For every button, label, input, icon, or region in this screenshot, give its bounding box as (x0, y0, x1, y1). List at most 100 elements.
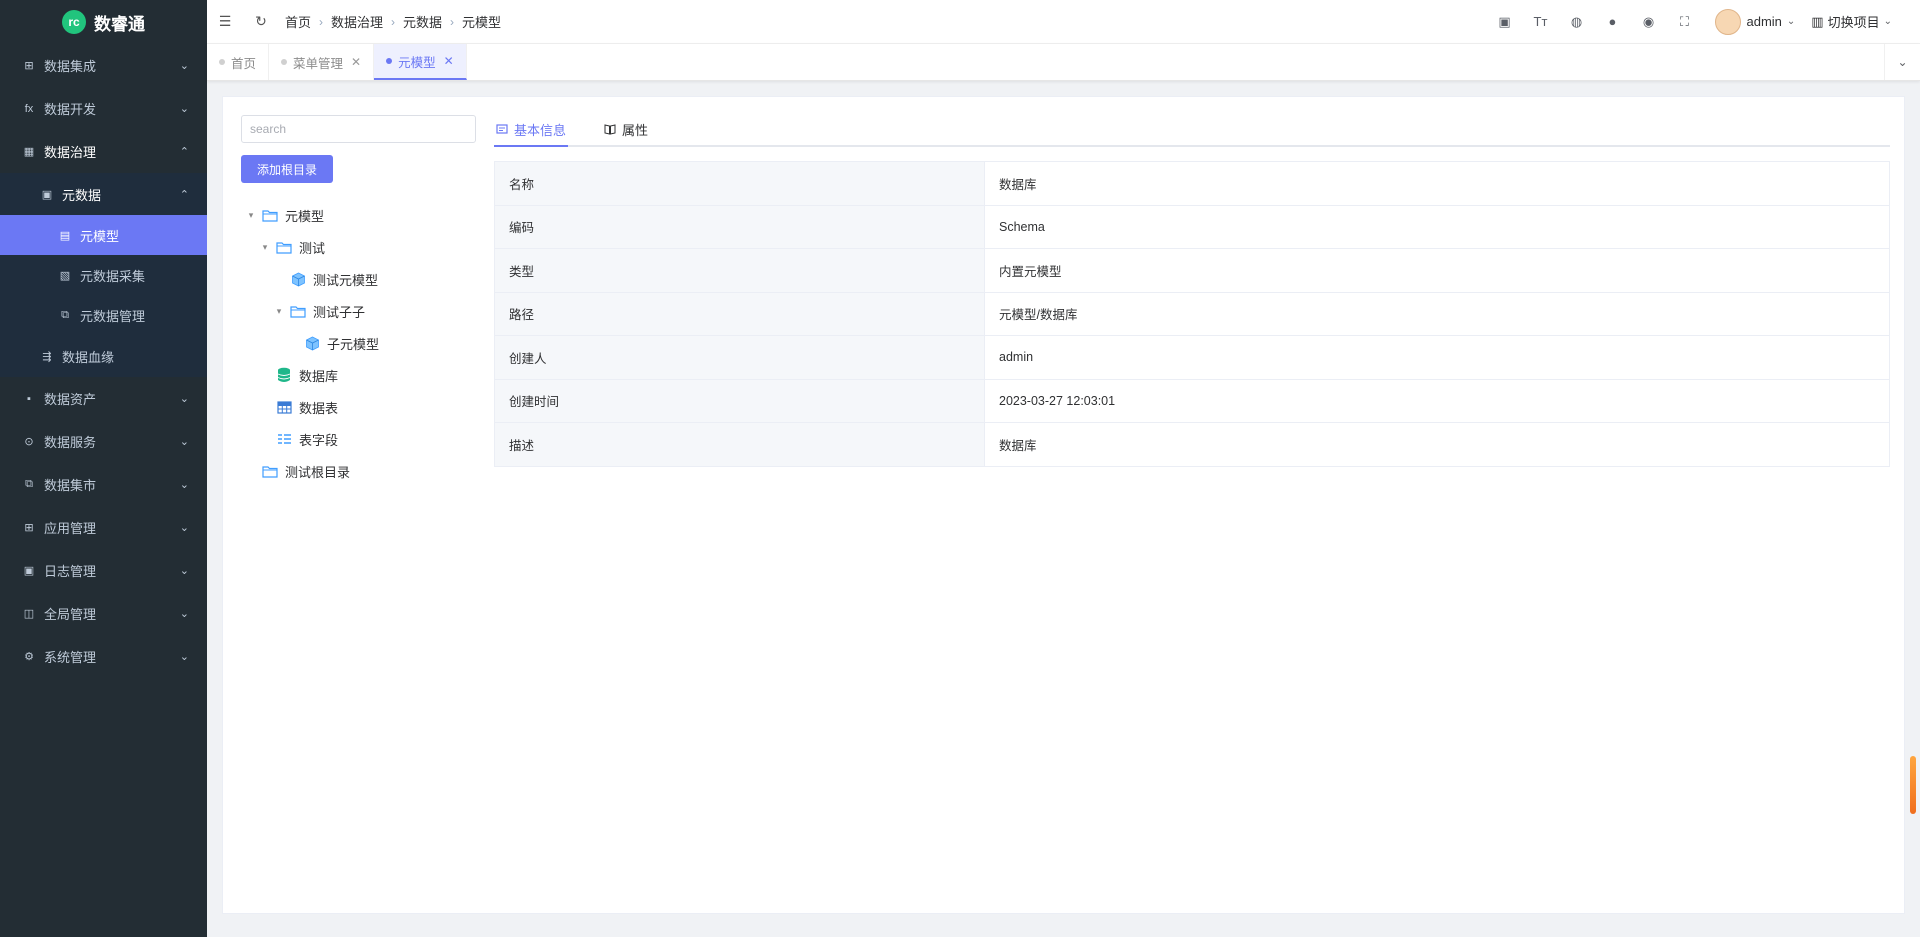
chevron-down-icon: ⌄ (179, 522, 189, 534)
tag-menu-management[interactable]: 菜单管理 ✕ (269, 44, 375, 80)
lineage-icon: ⇶ (42, 350, 52, 363)
detail-key: 创建时间 (494, 379, 985, 423)
fullscreen-icon[interactable]: ⛶ (1669, 0, 1699, 44)
chevron-up-icon: ⌃ (179, 188, 189, 201)
detail-value: 数据库 (984, 161, 1890, 206)
app-name: 数睿通 (94, 14, 145, 34)
table-grid-icon (275, 399, 293, 415)
chevron-down-icon: ⌄ (179, 103, 189, 115)
font-size-icon[interactable]: Tт (1525, 0, 1555, 44)
sidebar-item-label: 系统管理 (44, 650, 97, 665)
close-icon[interactable]: ✕ (444, 54, 454, 68)
sidebar-item[interactable]: ⧉ 数据集市 ⌄ (0, 463, 207, 506)
tree-node[interactable]: 测试根目录 (241, 455, 476, 487)
chevron-down-icon: ⌄ (179, 651, 189, 663)
function-icon: fx (24, 102, 34, 115)
sidebar-item[interactable]: ⊞ 数据集成 ⌄ (0, 44, 207, 87)
detail-value: admin (984, 335, 1890, 380)
sidebar-item-label: 数据服务 (44, 435, 97, 450)
sidebar-item[interactable]: ⇶ 数据血缘 (0, 335, 207, 377)
sidebar-item[interactable]: fx 数据开发 ⌄ (0, 87, 207, 130)
sidebar-item[interactable]: ▦ 数据治理 ⌃ (0, 130, 207, 173)
sidebar-item-label: 数据治理 (44, 145, 97, 160)
app-logo[interactable]: rc 数睿通 (0, 0, 207, 44)
caret-down-icon[interactable]: ▾ (273, 306, 285, 317)
sidebar-item[interactable]: ⊙ 数据服务 ⌄ (0, 420, 207, 463)
tree-node[interactable]: ▾ 测试子子 (241, 295, 476, 327)
chevron-right-icon: › (450, 14, 455, 29)
tree-node-label: 测试元模型 (313, 272, 379, 288)
sidebar-item[interactable]: ⧉ 元数据管理 (0, 295, 207, 335)
tree-node[interactable]: 数据表 (241, 391, 476, 423)
tree-node-label: 子元模型 (327, 336, 380, 352)
chevron-down-icon: ⌄ (1786, 16, 1796, 27)
database-icon (275, 367, 293, 383)
tree-node-label: 数据库 (299, 368, 339, 384)
sidebar-item[interactable]: ▣ 元数据 ⌃ (0, 173, 207, 215)
user-menu[interactable]: admin ⌄ (1715, 8, 1796, 35)
tags-more-chevron-icon[interactable]: ⌄ (1884, 44, 1920, 80)
caret-down-icon[interactable]: ▾ (259, 242, 271, 253)
add-root-directory-button[interactable]: 添加根目录 (241, 155, 333, 183)
tree-node[interactable]: ▾ 元模型 (241, 199, 476, 231)
sidebar-item-label: 元数据 (62, 187, 102, 203)
log-icon: ▣ (23, 565, 35, 577)
hamburger-toggle-icon[interactable]: ☰ (207, 0, 243, 44)
tag-label: 元模型 (398, 55, 436, 70)
language-globe-icon[interactable]: ◍ (1561, 0, 1591, 44)
sidebar-item[interactable]: ⊞ 应用管理 ⌄ (0, 506, 207, 549)
folder-icon (275, 239, 293, 255)
table-row: 创建人 admin (494, 335, 1890, 380)
sidebar-item-label: 数据资产 (44, 392, 97, 407)
sidebar-item[interactable]: ⚙ 系统管理 ⌄ (0, 635, 207, 678)
sidebar-item[interactable]: ▣ 日志管理 ⌄ (0, 549, 207, 592)
tree-node-label: 元模型 (285, 208, 325, 224)
sidebar-item[interactable]: ▤ 元模型 (0, 215, 207, 255)
breadcrumb-item[interactable]: 数据治理 (331, 12, 383, 31)
table-row: 编码 Schema (494, 205, 1890, 249)
page-scrollbar[interactable] (1910, 756, 1916, 814)
tree-node-label: 测试 (299, 240, 326, 256)
tag-label: 菜单管理 (293, 56, 344, 71)
tag-home[interactable]: 首页 (207, 44, 270, 80)
chevron-down-icon: ⌄ (179, 479, 189, 491)
navbar-tools: ▣ Tт ◍ ● ◉ ⛶ admin ⌄ ▥ 切换项目 ⌄ (1489, 0, 1920, 44)
refresh-icon[interactable]: ↻ (243, 0, 279, 44)
detail-key: 编码 (494, 205, 985, 249)
breadcrumb-item[interactable]: 首页 (285, 12, 311, 31)
table-row: 路径 元模型/数据库 (494, 292, 1890, 336)
sidebar: rc 数睿通 ⊞ 数据集成 ⌄ fx 数据开发 ⌄ ▦ 数据治理 ⌃ ▣ 元数据 ⌃ ▤ 元模型 ▧ 元数据采… (0, 0, 207, 937)
tree-node[interactable]: 表字段 (241, 423, 476, 455)
gitee-icon[interactable]: ◉ (1633, 0, 1663, 44)
username: admin (1746, 14, 1782, 29)
sidebar-item-label: 元数据采集 (80, 268, 146, 284)
detail-value: 元模型/数据库 (984, 292, 1890, 336)
tree-search-input[interactable] (241, 115, 476, 143)
cube-icon (289, 271, 307, 287)
info-card-icon (496, 124, 508, 134)
project-switcher[interactable]: ▥ 切换项目 ⌄ (1811, 12, 1892, 31)
tab-basic-info[interactable]: 基本信息 (494, 113, 569, 147)
tree-node-label: 测试子子 (313, 304, 366, 320)
tab-properties[interactable]: 属性 (602, 113, 650, 145)
screenshot-icon[interactable]: ▣ (1489, 0, 1519, 44)
tree-node[interactable]: 数据库 (241, 359, 476, 391)
governance-icon: ▦ (23, 146, 35, 158)
tree-node[interactable]: ▾ 测试 (241, 231, 476, 263)
detail-key: 路径 (494, 292, 985, 336)
sidebar-item[interactable]: ▪ 数据资产 ⌄ (0, 377, 207, 420)
github-icon[interactable]: ● (1597, 0, 1627, 44)
close-icon[interactable]: ✕ (351, 55, 361, 69)
detail-value: 数据库 (984, 422, 1890, 467)
tree-node[interactable]: 子元模型 (241, 327, 476, 359)
sidebar-item[interactable]: ▧ 元数据采集 (0, 255, 207, 295)
basic-info-table: 名称 数据库 编码 Schema 类型 内置元模型 路径 元模型/数据库 创建人 admin 创建时… (494, 161, 1890, 467)
sidebar-item-label: 数据集成 (44, 59, 97, 74)
tag-meta-model[interactable]: 元模型 ✕ (374, 44, 467, 80)
breadcrumb-item[interactable]: 元数据 (403, 12, 442, 31)
caret-down-icon[interactable]: ▾ (245, 210, 257, 221)
tree-node[interactable]: 测试元模型 (241, 263, 476, 295)
table-row: 创建时间 2023-03-27 12:03:01 (494, 379, 1890, 423)
tags-view: 首页 菜单管理 ✕ 元模型 ✕ ⌄ (207, 44, 1920, 81)
sidebar-item[interactable]: ◫ 全局管理 ⌄ (0, 592, 207, 635)
